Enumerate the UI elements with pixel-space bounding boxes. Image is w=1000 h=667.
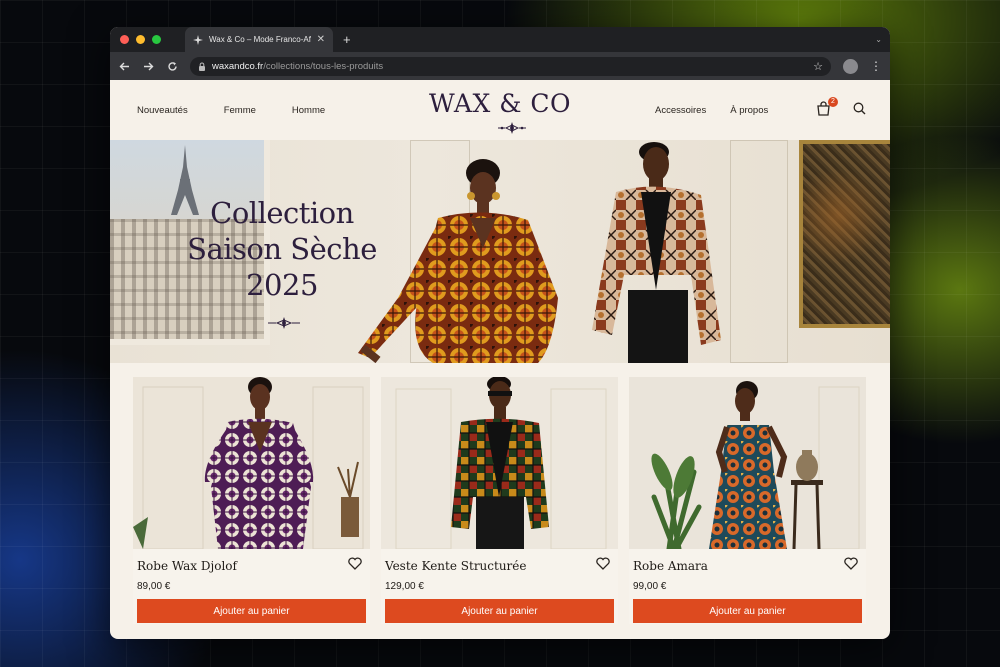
nav-link-accessoires[interactable]: Accessoires [655, 105, 706, 116]
browser-toolbar: waxandco.fr/collections/tous-les-produit… [110, 52, 890, 80]
hero-painting [799, 140, 890, 328]
minimize-window-button[interactable] [136, 35, 145, 44]
menu-kebab-icon[interactable]: ⋮ [870, 59, 882, 73]
star-icon[interactable]: ☆ [813, 60, 823, 73]
product-price: 129,00 € [385, 581, 424, 592]
close-window-button[interactable] [120, 35, 129, 44]
profile-icon[interactable] [843, 58, 858, 74]
favicon-icon [193, 34, 203, 45]
add-to-cart-button[interactable]: Ajouter au panier [633, 599, 862, 623]
cart-count-badge: 2 [828, 97, 838, 107]
address-bar[interactable]: waxandco.fr/collections/tous-les-produit… [190, 56, 831, 76]
product-name[interactable]: Robe Amara [633, 559, 862, 573]
forward-arrow-icon[interactable] [142, 61, 154, 72]
search-icon[interactable] [853, 102, 866, 115]
product-image[interactable] [381, 377, 618, 549]
reload-icon[interactable] [166, 61, 178, 72]
product-card[interactable]: Robe Amara 99,00 € Ajouter au panier [629, 377, 866, 624]
lock-icon [199, 62, 205, 71]
back-arrow-icon[interactable] [118, 61, 130, 72]
logo-ornament-icon [498, 122, 526, 134]
product-name[interactable]: Veste Kente Structurée [385, 559, 614, 573]
new-tab-button[interactable]: + [343, 32, 351, 47]
url-host: waxandco.fr [212, 60, 264, 72]
tab-close-icon[interactable]: ✕ [317, 34, 325, 45]
heart-icon[interactable] [596, 557, 610, 570]
browser-tab-active[interactable]: Wax & Co – Mode Franco-Africaine ✕ [185, 27, 333, 52]
add-to-cart-button[interactable]: Ajouter au panier [137, 599, 366, 623]
product-card[interactable]: Robe Wax Djolof 89,00 € Ajouter au panie… [133, 377, 370, 624]
url-path: /collections/tous-les-produits [263, 60, 384, 72]
product-info: Veste Kente Structurée 129,00 € Ajouter … [381, 549, 618, 623]
product-grid: Robe Wax Djolof 89,00 € Ajouter au panie… [133, 377, 867, 624]
tab-title: Wax & Co – Mode Franco-Africaine [209, 35, 311, 44]
add-to-cart-button[interactable]: Ajouter au panier [385, 599, 614, 623]
product-info: Robe Amara 99,00 € Ajouter au panier [629, 549, 866, 623]
product-price: 99,00 € [633, 581, 667, 592]
product-name[interactable]: Robe Wax Djolof [137, 559, 366, 573]
heart-icon[interactable] [844, 557, 858, 570]
product-image[interactable] [629, 377, 866, 549]
site-header: Nouveautés Femme Homme WAX & CO Accessoi… [110, 80, 890, 140]
product-info: Robe Wax Djolof 89,00 € Ajouter au panie… [133, 549, 370, 623]
hero-model-woman [358, 159, 558, 363]
product-card[interactable]: Veste Kente Structurée 129,00 € Ajouter … [381, 377, 618, 624]
tab-bar: Wax & Co – Mode Franco-Africaine ✕ + ⌄ [110, 27, 890, 52]
product-image[interactable] [133, 377, 370, 549]
main-nav-right: Accessoires À propos [655, 105, 768, 116]
window-controls [120, 35, 161, 44]
product-price: 89,00 € [137, 581, 171, 592]
site-logo[interactable]: WAX & CO [110, 89, 890, 118]
maximize-window-button[interactable] [152, 35, 161, 44]
tab-search-icon[interactable]: ⌄ [875, 35, 882, 44]
hero-ornament-icon [268, 317, 300, 329]
hero-model-man [592, 142, 721, 363]
browser-window: Wax & Co – Mode Franco-Africaine ✕ + ⌄ w… [110, 27, 890, 639]
nav-link-a-propos[interactable]: À propos [730, 105, 768, 116]
hero-banner[interactable]: Collection Saison Sèche 2025 [110, 140, 890, 363]
heart-icon[interactable] [348, 557, 362, 570]
